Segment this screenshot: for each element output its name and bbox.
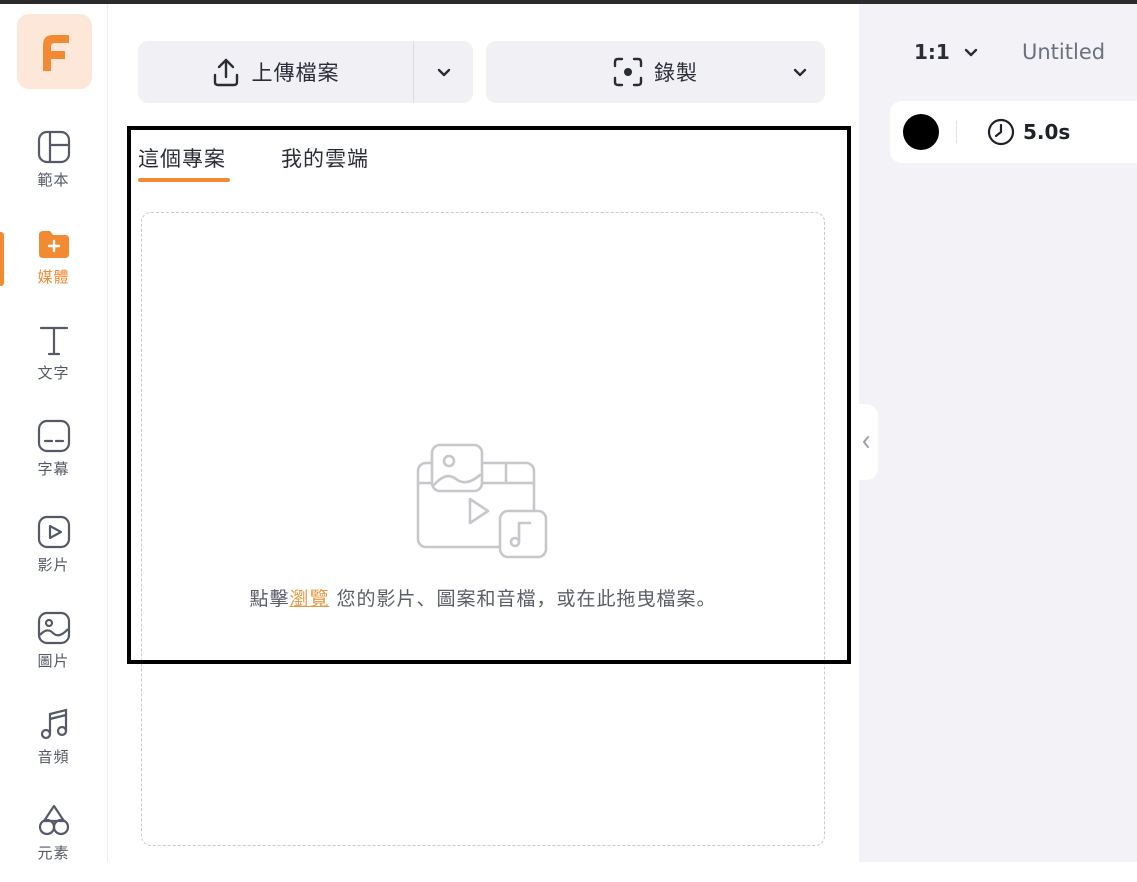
record-button-content: 錄製: [612, 41, 698, 103]
sidebar-item-video[interactable]: 影片: [0, 514, 107, 594]
sidebar-item-label: 元素: [37, 844, 70, 862]
upload-dropdown-button[interactable]: [414, 41, 473, 103]
media-folder-icon: [36, 226, 72, 262]
record-button[interactable]: 錄製: [486, 41, 825, 103]
text-icon: [36, 322, 72, 358]
upload-button-group: 上傳檔案: [138, 41, 473, 103]
logo-icon: [42, 34, 69, 71]
template-icon: [36, 129, 72, 165]
highlight-frame: [127, 126, 851, 664]
chevron-down-icon: [437, 68, 450, 76]
sidebar-item-subtitles[interactable]: 字幕: [0, 418, 107, 498]
divider: [956, 121, 957, 143]
subtitle-icon: [36, 418, 72, 454]
sidebar-item-label: 影片: [37, 556, 70, 574]
music-icon: [36, 706, 72, 742]
clock-icon: [987, 118, 1015, 146]
scene-duration[interactable]: 5.0s: [987, 101, 1070, 163]
upload-icon: [213, 58, 238, 87]
record-dropdown[interactable]: [793, 41, 807, 103]
upload-button[interactable]: 上傳檔案: [138, 41, 414, 103]
record-icon: [613, 57, 643, 87]
duration-value: 5.0s: [1023, 120, 1071, 144]
sidebar-item-elements[interactable]: 元素: [0, 802, 107, 882]
video-icon: [36, 514, 72, 550]
image-icon: [36, 610, 72, 646]
app-logo[interactable]: [17, 14, 92, 89]
collapse-panel-button[interactable]: [854, 404, 878, 480]
sidebar-item-label: 字幕: [37, 460, 70, 478]
sidebar-item-label: 範本: [37, 171, 70, 189]
sidebar-item-label: 圖片: [37, 652, 70, 670]
scene-card[interactable]: 5.0s: [890, 101, 1137, 163]
record-label: 錄製: [654, 61, 698, 85]
background-color-swatch[interactable]: [903, 114, 939, 150]
sidebar-item-label: 文字: [37, 364, 70, 382]
project-title[interactable]: Untitled: [1022, 40, 1105, 64]
upload-label: 上傳檔案: [251, 61, 340, 85]
aspect-ratio-value: 1:1: [914, 40, 950, 64]
sidebar-item-images[interactable]: 圖片: [0, 610, 107, 690]
sidebar-item-templates[interactable]: 範本: [0, 129, 107, 209]
aspect-ratio-selector[interactable]: 1:1: [914, 40, 978, 64]
chevron-left-icon: [863, 436, 869, 448]
sidebar-item-label: 音頻: [37, 748, 70, 766]
sidebar-item-label: 媒體: [37, 268, 70, 286]
elements-icon: [36, 802, 72, 838]
chevron-down-icon: [793, 68, 807, 76]
sidebar-item-audio[interactable]: 音頻: [0, 706, 107, 786]
sidebar-item-text[interactable]: 文字: [0, 322, 107, 402]
sidebar-item-media[interactable]: 媒體: [0, 226, 107, 306]
chevron-down-icon: [964, 48, 978, 56]
sidebar: 範本 媒體 文字 字幕 影片 圖片 音頻 元素: [0, 4, 108, 862]
